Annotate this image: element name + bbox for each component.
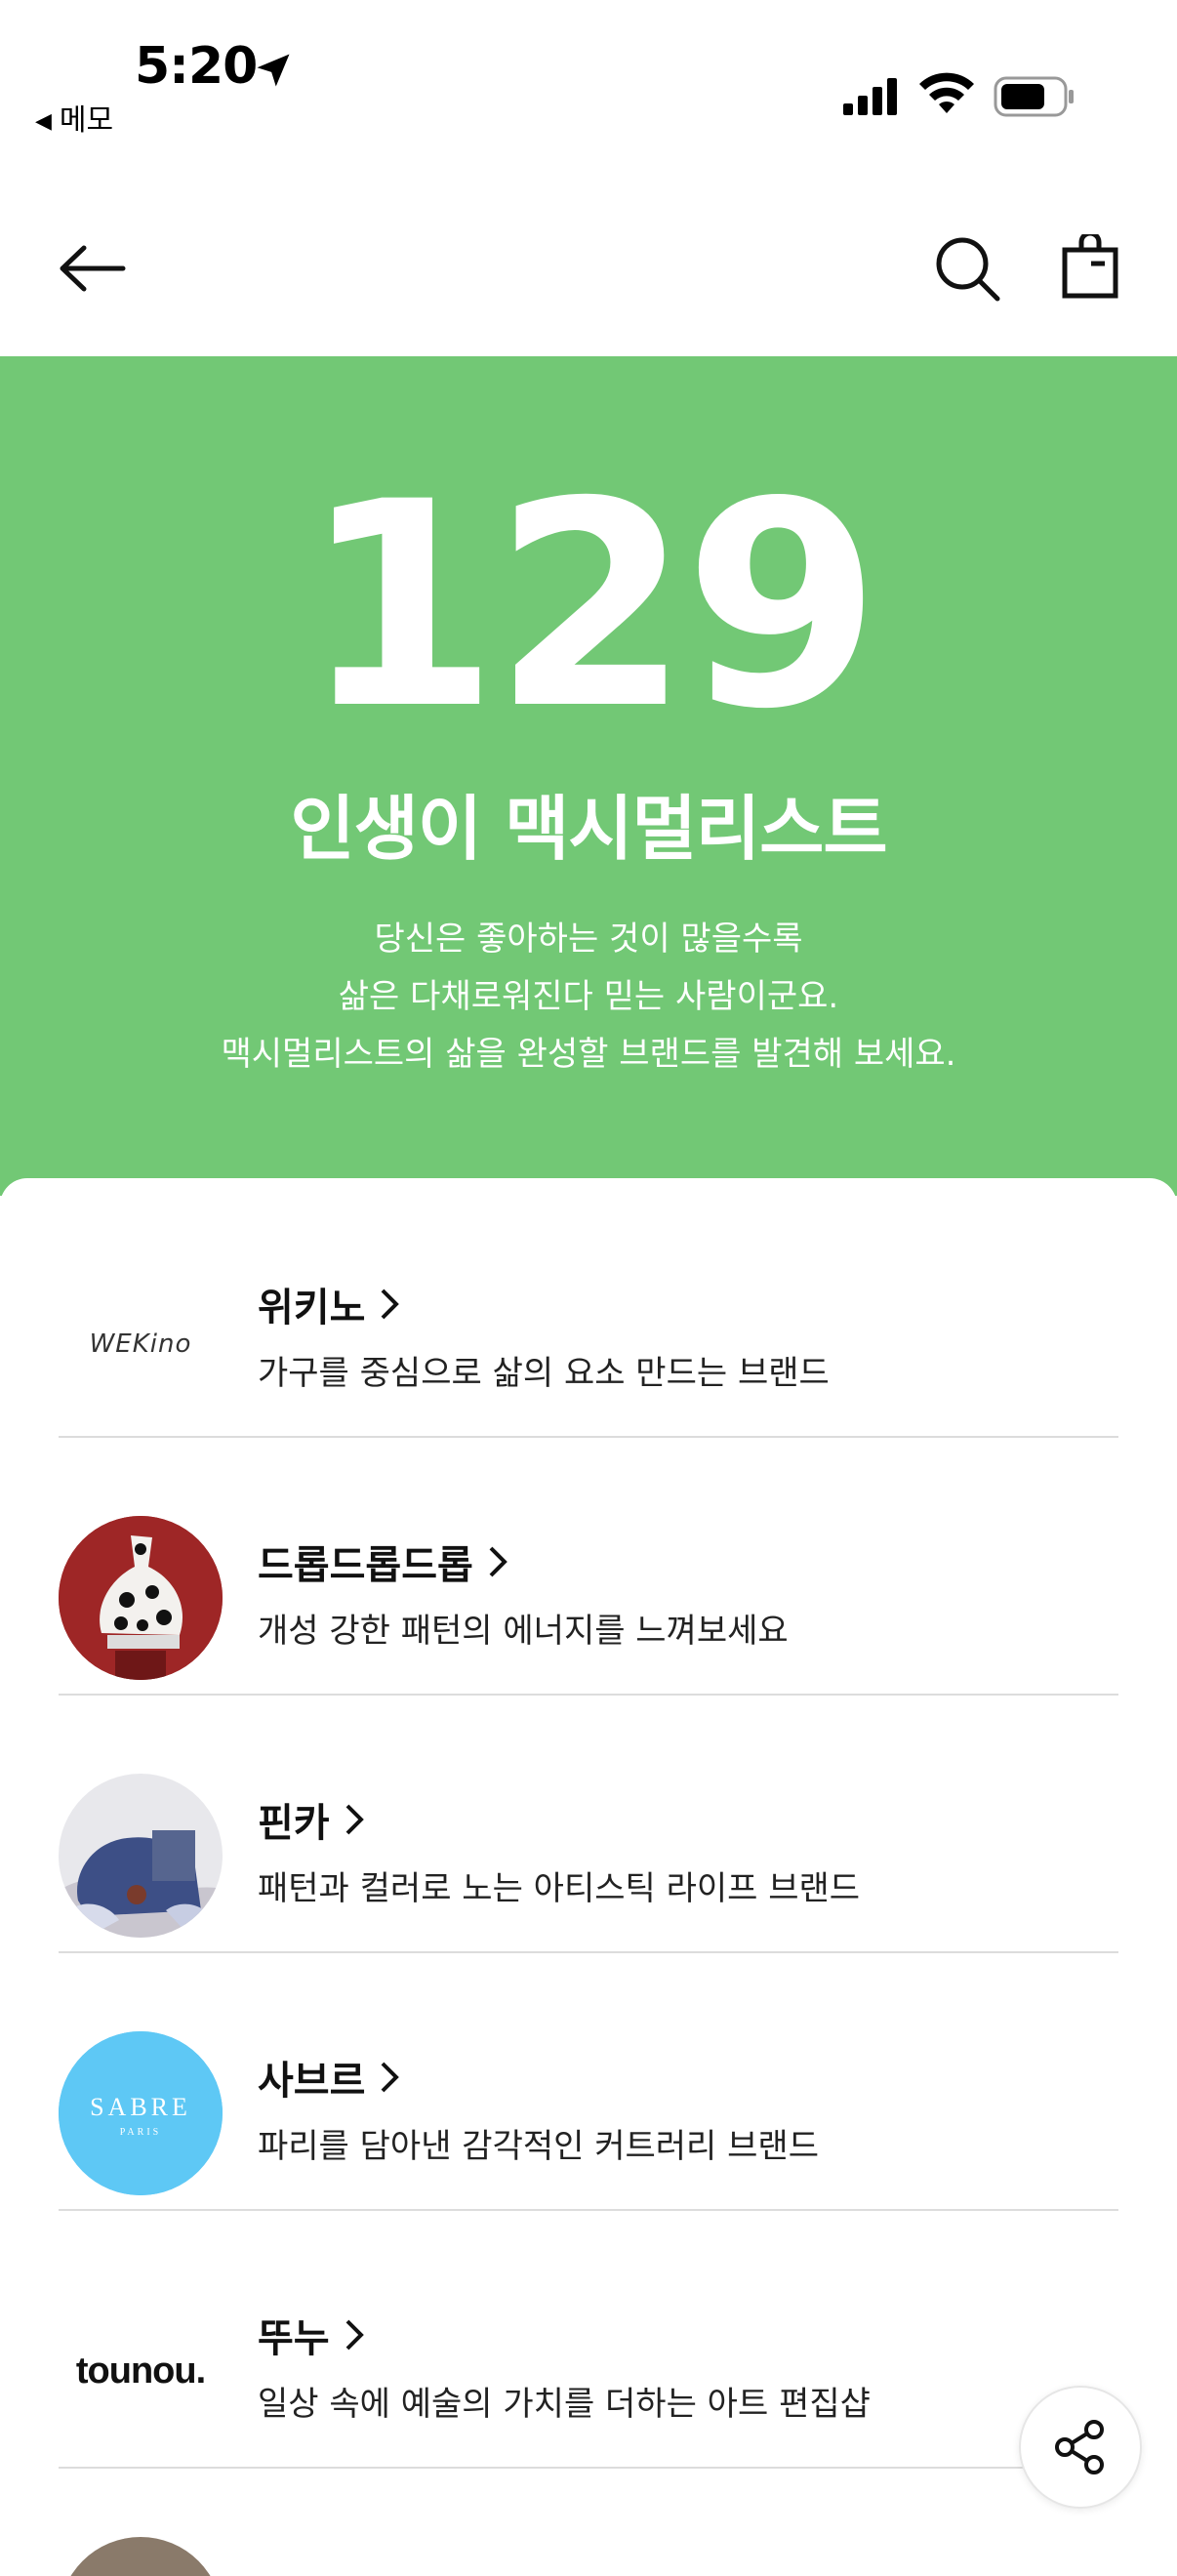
brand-description: 가구를 중심으로 삶의 요소 만드는 브랜드 [258,1354,830,1393]
share-icon [1055,2420,1104,2474]
brand-name-label: 위키노 [258,1286,366,1330]
chevron-right-icon [345,2319,364,2351]
back-triangle-icon: ◀ [35,109,52,134]
brand-name: 핀카 [258,1791,860,1848]
brand-name: 위키노 [258,1276,830,1332]
hero-description-line: 맥시멀리스트의 삶을 완성할 브랜드를 발견해 보세요. [221,1035,956,1074]
hero-banner: 129 인생이 맥시멀리스트 당신은 좋아하는 것이 많을수록 삶은 다채로워진… [0,356,1177,1196]
cellular-signal-icon [843,78,897,115]
brand-item-pinca[interactable]: 핀카 패턴과 컬러로 노는 아티스틱 라이프 브랜드 [59,1694,1118,1953]
brand-item-sabre[interactable]: SABRE PARIS 사브르 파리를 담아낸 감각적인 커트러리 브랜드 [59,1951,1118,2211]
location-arrow-icon [257,54,290,87]
brand-item-dropdropdrop[interactable]: 드롭드롭드롭 개성 강한 패턴의 에너지를 느껴보세요 [59,1436,1118,1696]
chevron-right-icon [381,1288,400,1320]
hero-number: 129 [302,442,880,771]
back-to-app-link[interactable]: ◀ 메모 [35,96,113,139]
brand-logo-wekino: WEKino [59,1258,223,1422]
chevron-right-icon [345,1804,364,1835]
top-nav-bar [0,176,1177,356]
arrow-left-icon[interactable] [57,244,127,293]
share-button[interactable] [1019,2386,1142,2509]
back-app-label: 메모 [59,103,114,138]
hero-description-line: 삶은 다채로워진다 믿는 사람이군요. [338,977,839,1016]
brand-name: 사브르 [258,2049,819,2106]
battery-icon [994,76,1074,117]
status-bar: 5:20 ◀ 메모 [0,0,1177,176]
brand-item-partial[interactable] [59,2537,223,2576]
brand-name-label: 사브르 [258,2059,366,2104]
brand-name: 뚜누 [258,2307,871,2363]
brand-logo-tounou: tounou. [59,2289,223,2453]
brand-description: 파리를 담아낸 감각적인 커트러리 브랜드 [258,2127,819,2166]
hero-description: 당신은 좋아하는 것이 많을수록 삶은 다채로워진다 믿는 사람이군요. 맥시멀… [0,911,1177,1084]
brand-item-tounou[interactable]: tounou. 뚜누 일상 속에 예술의 가치를 더하는 아트 편집샵 [59,2209,1118,2469]
brand-name-label: 뚜누 [258,2316,330,2361]
hero-description-line: 당신은 좋아하는 것이 많을수록 [374,920,803,959]
brand-logo-pinca [59,1774,223,1938]
chevron-right-icon [489,1546,507,1577]
brand-name: 드롭드롭드롭 [258,1533,789,1590]
brand-logo-subtext: PARIS [120,2127,161,2138]
brand-logo-dropdropdrop [59,1516,223,1680]
brand-name-label: 드롭드롭드롭 [258,1543,473,1588]
shopping-bag-icon[interactable] [1062,234,1118,299]
brand-logo-text: SABRE [90,2093,191,2121]
brand-item-wekino[interactable]: WEKino 위키노 가구를 중심으로 삶의 요소 만드는 브랜드 [59,1178,1118,1438]
search-icon[interactable] [935,236,1001,303]
brand-logo-partial [59,2537,223,2576]
brand-logo-sabre: SABRE PARIS [59,2031,223,2195]
status-time: 5:20 [135,37,258,96]
brand-description: 패턴과 컬러로 노는 아티스틱 라이프 브랜드 [258,1869,861,1908]
brand-description: 개성 강한 패턴의 에너지를 느껴보세요 [258,1612,789,1651]
brand-name-label: 핀카 [258,1801,330,1846]
brand-logo-text: tounou. [76,2351,205,2392]
brand-list: WEKino 위키노 가구를 중심으로 삶의 요소 만드는 브랜드 드롭드롭드롭… [0,1178,1177,2576]
chevron-right-icon [381,2062,400,2093]
hero-title: 인생이 맥시멀리스트 [290,788,887,870]
brand-description: 일상 속에 예술의 가치를 더하는 아트 편집샵 [258,2385,871,2424]
brand-logo-text: WEKino [90,1329,192,1359]
wifi-icon [919,72,974,113]
